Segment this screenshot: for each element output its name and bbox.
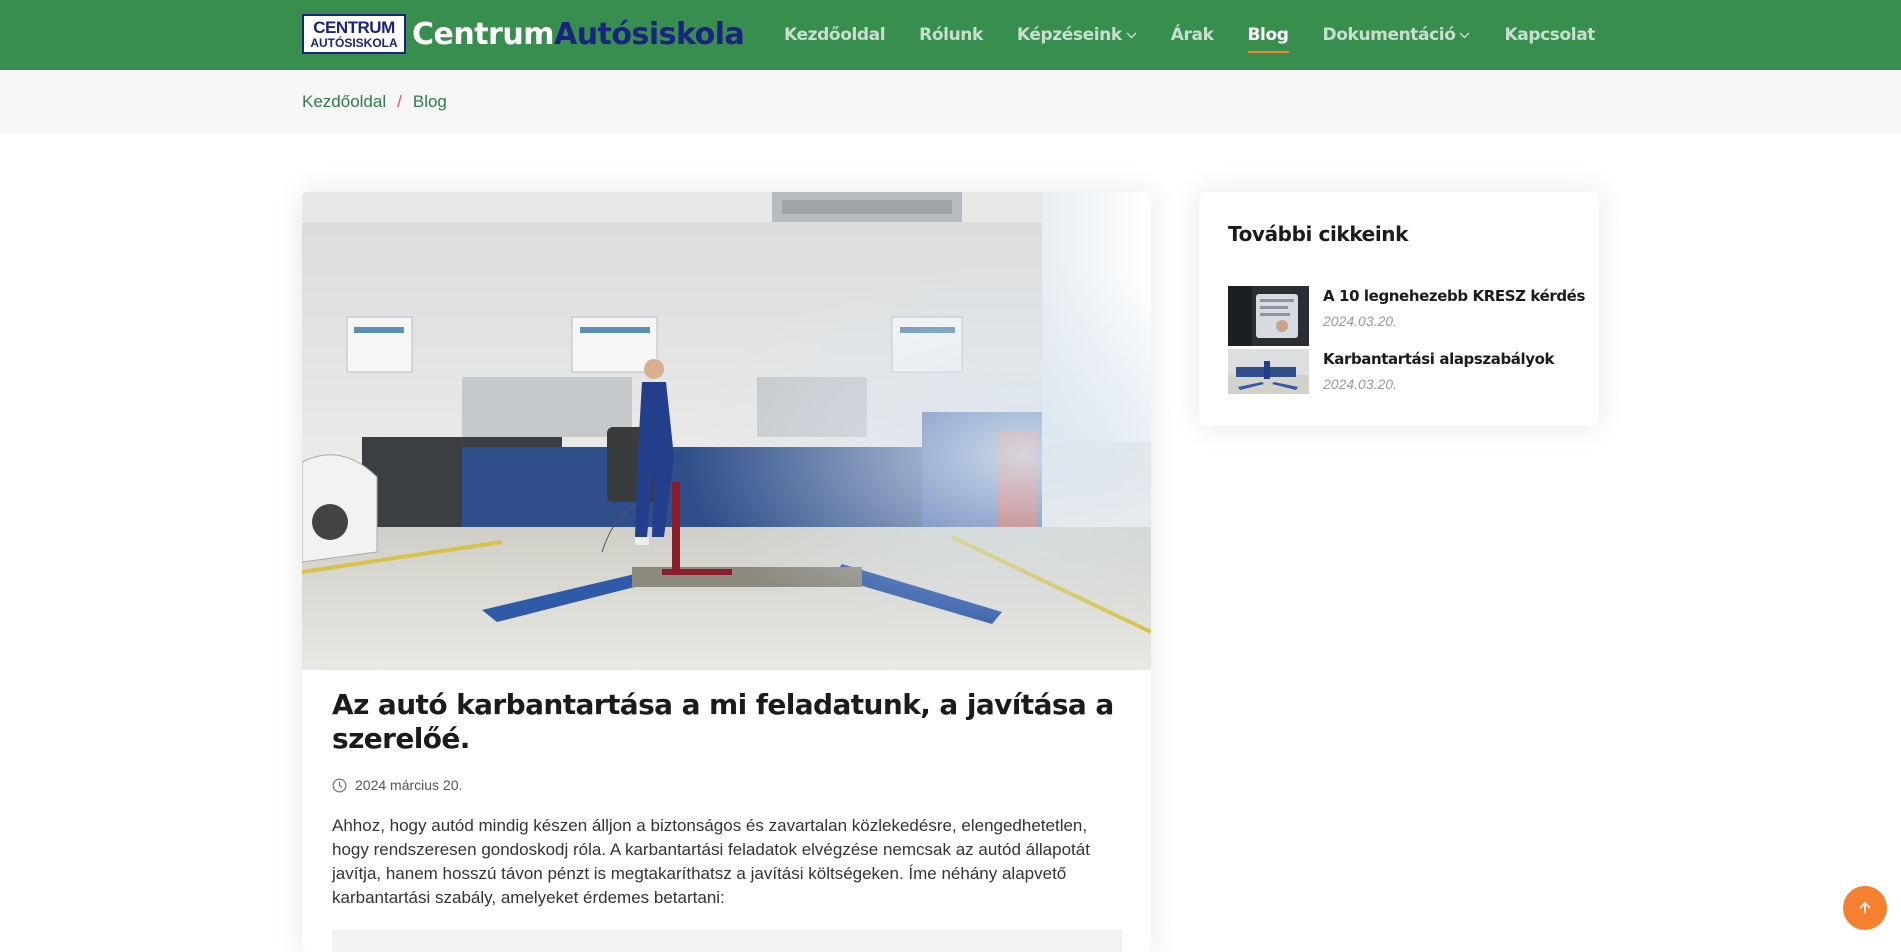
nav-item-kapcsolat[interactable]: Kapcsolat xyxy=(1504,25,1595,45)
nav-item-blog[interactable]: Blog xyxy=(1247,25,1289,53)
logo-text-part2: Autósiskola xyxy=(553,16,745,52)
sidebar-post-date: 2024.03.20. xyxy=(1323,313,1397,329)
article-quote-block xyxy=(332,930,1122,952)
nav-item-label: Blog xyxy=(1247,25,1289,45)
article-card: Az autó karbantartása a mi feladatunk, a… xyxy=(302,192,1151,952)
logo-text-part1: Centrum xyxy=(412,16,554,52)
nav-item-kezdooldal[interactable]: Kezdőoldal xyxy=(784,25,886,45)
article-meta: 2024 március 20. xyxy=(332,777,462,793)
sidebar-post-title[interactable]: Karbantartási alapszabályok xyxy=(1323,350,1555,368)
sidebar-recent-posts: További cikkeink A 10 legnehezebb KRESZ … xyxy=(1199,192,1599,426)
nav-item-label: Kapcsolat xyxy=(1504,25,1595,45)
sidebar-post-title[interactable]: A 10 legnehezebb KRESZ kérdés xyxy=(1323,287,1585,305)
breadcrumb-bar: Kezdőoldal / Blog xyxy=(0,70,1901,133)
site-logo[interactable]: CENTRUM AUTÓSISKOLA CentrumAutósiskola xyxy=(302,14,745,54)
breadcrumb: Kezdőoldal / Blog xyxy=(302,92,447,112)
article-title: Az autó karbantartása a mi feladatunk, a… xyxy=(332,688,1114,755)
article-body: Ahhoz, hogy autód mindig készen álljon a… xyxy=(332,816,1090,907)
chevron-down-icon xyxy=(1459,32,1470,38)
breadcrumb-current[interactable]: Blog xyxy=(413,92,447,112)
logo-text: CentrumAutósiskola xyxy=(412,16,745,52)
nav-item-label: Képzéseink xyxy=(1016,25,1122,45)
logo-badge: CENTRUM AUTÓSISKOLA xyxy=(302,14,406,54)
chevron-down-icon xyxy=(1126,32,1137,38)
nav-item-label: Kezdőoldal xyxy=(784,25,886,45)
back-to-top-button[interactable] xyxy=(1843,886,1887,930)
sidebar-post[interactable]: Karbantartási alapszabályok 2024.03.20. xyxy=(1228,349,1555,394)
nav-item-dokumentacio[interactable]: Dokumentáció xyxy=(1323,25,1471,45)
nav-item-arak[interactable]: Árak xyxy=(1171,25,1214,45)
sidebar-post-thumbnail[interactable] xyxy=(1228,286,1309,346)
clock-icon xyxy=(332,778,347,792)
nav-item-kepzeseink[interactable]: Képzéseink xyxy=(1017,25,1137,45)
sidebar-post-date: 2024.03.20. xyxy=(1323,376,1397,392)
sidebar-post-info: Karbantartási alapszabályok 2024.03.20. xyxy=(1323,349,1555,394)
nav-item-label: Dokumentáció xyxy=(1322,25,1456,45)
sidebar-post-info: A 10 legnehezebb KRESZ kérdés 2024.03.20… xyxy=(1323,286,1585,346)
sidebar-post[interactable]: A 10 legnehezebb KRESZ kérdés 2024.03.20… xyxy=(1228,286,1585,346)
article-date: 2024 március 20. xyxy=(355,777,463,793)
main-nav: Kezdőoldal Rólunk Képzéseink Árak Blog D… xyxy=(750,0,1595,70)
site-header: CENTRUM AUTÓSISKOLA CentrumAutósiskola K… xyxy=(0,0,1901,70)
nav-item-rolunk[interactable]: Rólunk xyxy=(919,25,983,45)
sidebar-title: További cikkeink xyxy=(1228,222,1409,246)
logo-badge-line2: AUTÓSISKOLA xyxy=(310,36,398,50)
breadcrumb-separator: / xyxy=(397,92,402,111)
logo-badge-line1: CENTRUM xyxy=(313,18,395,37)
sidebar-post-thumbnail[interactable] xyxy=(1228,349,1309,394)
nav-item-label: Árak xyxy=(1170,25,1214,45)
nav-item-label: Rólunk xyxy=(919,25,983,45)
breadcrumb-home-link[interactable]: Kezdőoldal xyxy=(302,92,386,112)
article-hero-image xyxy=(302,192,1151,670)
arrow-up-icon xyxy=(1859,902,1871,914)
